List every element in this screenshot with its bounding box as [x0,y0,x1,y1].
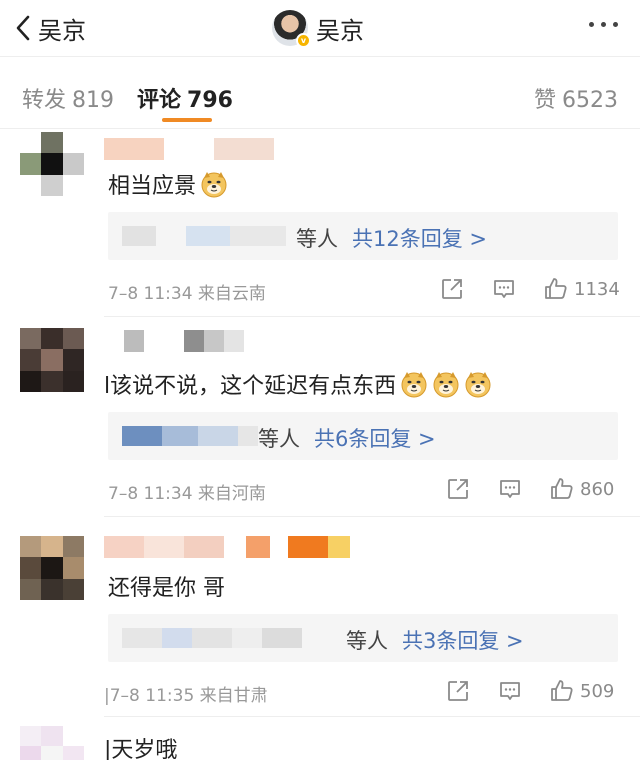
profile-header[interactable]: v 吴京 [272,8,364,48]
like-button[interactable]: 509 [550,679,614,703]
divider [0,56,640,57]
reply-summary: 等人 共12条回复 > [296,223,487,253]
comment-item: l该说不说，这个延迟有点东西 等人 共6条回复 > 7–8 11:34 来自河南 … [0,318,640,517]
top-navigation-bar: 吴京 v 吴京 [0,0,640,56]
chevron-left-icon [16,15,30,41]
share-button[interactable] [446,679,470,707]
reply-button[interactable] [498,477,522,505]
reply-summary: 等人 共6条回复 > [258,423,436,453]
tab-comments[interactable]: 评论 796 [137,82,233,114]
reply-names-redacted [122,628,302,648]
verified-badge-icon: v [296,33,311,48]
tab-label: 评论 [137,88,182,113]
comment-icon [498,477,522,501]
comment-icon [492,277,516,301]
replies-preview[interactable]: 等人 共12条回复 > [108,212,618,260]
doge-emoji-icon [200,170,228,198]
comment-item: 相当应景 等人 共12条回复 > 7–8 11:34 来自云南 1134 [0,130,640,317]
divider [104,716,640,717]
share-icon [446,679,470,703]
comment-body: 相当应景 [108,174,197,199]
reply-count-link[interactable]: 共12条回复 > [352,227,487,251]
like-button[interactable]: 860 [550,477,614,501]
divider [0,128,640,129]
avatar[interactable] [20,132,84,196]
comment-body: |天岁哦 [104,738,178,760]
comment-text: 还得是你 哥 [108,570,225,602]
avatar[interactable]: v [272,10,311,48]
username-redacted[interactable] [104,536,350,558]
like-count: 860 [580,478,615,500]
comment-meta: 7–8 11:34 来自云南 [108,284,266,304]
reply-count-link[interactable]: 共3条回复 > [402,629,524,653]
comment-text: |天岁哦 [104,732,177,760]
replies-preview[interactable]: 等人 共6条回复 > [108,412,618,460]
like-button[interactable]: 1134 [544,277,620,301]
thumbs-up-icon [550,679,574,703]
reply-names-redacted [122,226,286,246]
share-icon [440,277,464,301]
doge-emoji-icon [400,370,428,398]
active-tab-indicator [162,118,212,122]
username-redacted[interactable] [104,138,274,160]
back-button[interactable]: 吴京 [14,10,86,46]
tab-count: 6523 [562,88,618,113]
doge-emoji-icon [464,370,492,398]
tab-label: 赞 [533,88,556,113]
avatar[interactable] [20,726,84,760]
reply-who: 等人 [258,427,300,451]
reply-names-redacted [122,426,258,446]
thumbs-up-icon [550,477,574,501]
page-title: 吴京 [316,16,364,45]
comment-meta: |7–8 11:35 来自甘肃 [104,686,268,706]
comment-body: l该说不说，这个延迟有点东西 [104,374,397,399]
tab-bar: 转发 819 评论 796 赞 6523 [0,60,640,126]
comment-text: l该说不说，这个延迟有点东西 [104,368,492,400]
comment-icon [498,679,522,703]
divider [104,516,640,517]
username-redacted[interactable] [104,330,244,352]
more-dots-icon[interactable] [589,22,618,27]
comment-item: 还得是你 哥 等人 共3条回复 > |7–8 11:35 来自甘肃 509 [0,520,640,717]
comment-actions: 1134 [440,275,620,305]
like-count: 509 [580,680,615,702]
avatar[interactable] [20,536,84,600]
reply-who: 等人 [296,227,338,251]
comment-actions: 860 [440,475,620,505]
reply-button[interactable] [498,679,522,707]
reply-who: 等人 [346,629,388,653]
comment-item: |天岁哦 [0,720,640,760]
divider [104,316,640,317]
avatar[interactable] [20,328,84,392]
reply-button[interactable] [492,277,516,305]
share-button[interactable] [440,277,464,305]
tab-count: 819 [72,88,115,113]
comment-meta: 7–8 11:34 来自河南 [108,484,266,504]
like-count: 1134 [574,278,620,300]
back-label: 吴京 [38,16,86,45]
share-icon [446,477,470,501]
share-button[interactable] [446,477,470,505]
replies-preview[interactable]: 等人 共3条回复 > [108,614,618,662]
comment-body: 还得是你 哥 [108,576,225,601]
doge-emoji-icon [432,370,460,398]
tab-forward[interactable]: 转发 819 [22,82,114,114]
tab-likes[interactable]: 赞 6523 [534,82,618,114]
tab-label: 转发 [22,88,67,113]
comment-actions: 509 [440,677,620,707]
reply-summary: 等人 共3条回复 > [346,625,524,655]
reply-count-link[interactable]: 共6条回复 > [314,427,436,451]
thumbs-up-icon [544,277,568,301]
comment-text: 相当应景 [108,168,228,200]
tab-count: 796 [187,88,233,113]
